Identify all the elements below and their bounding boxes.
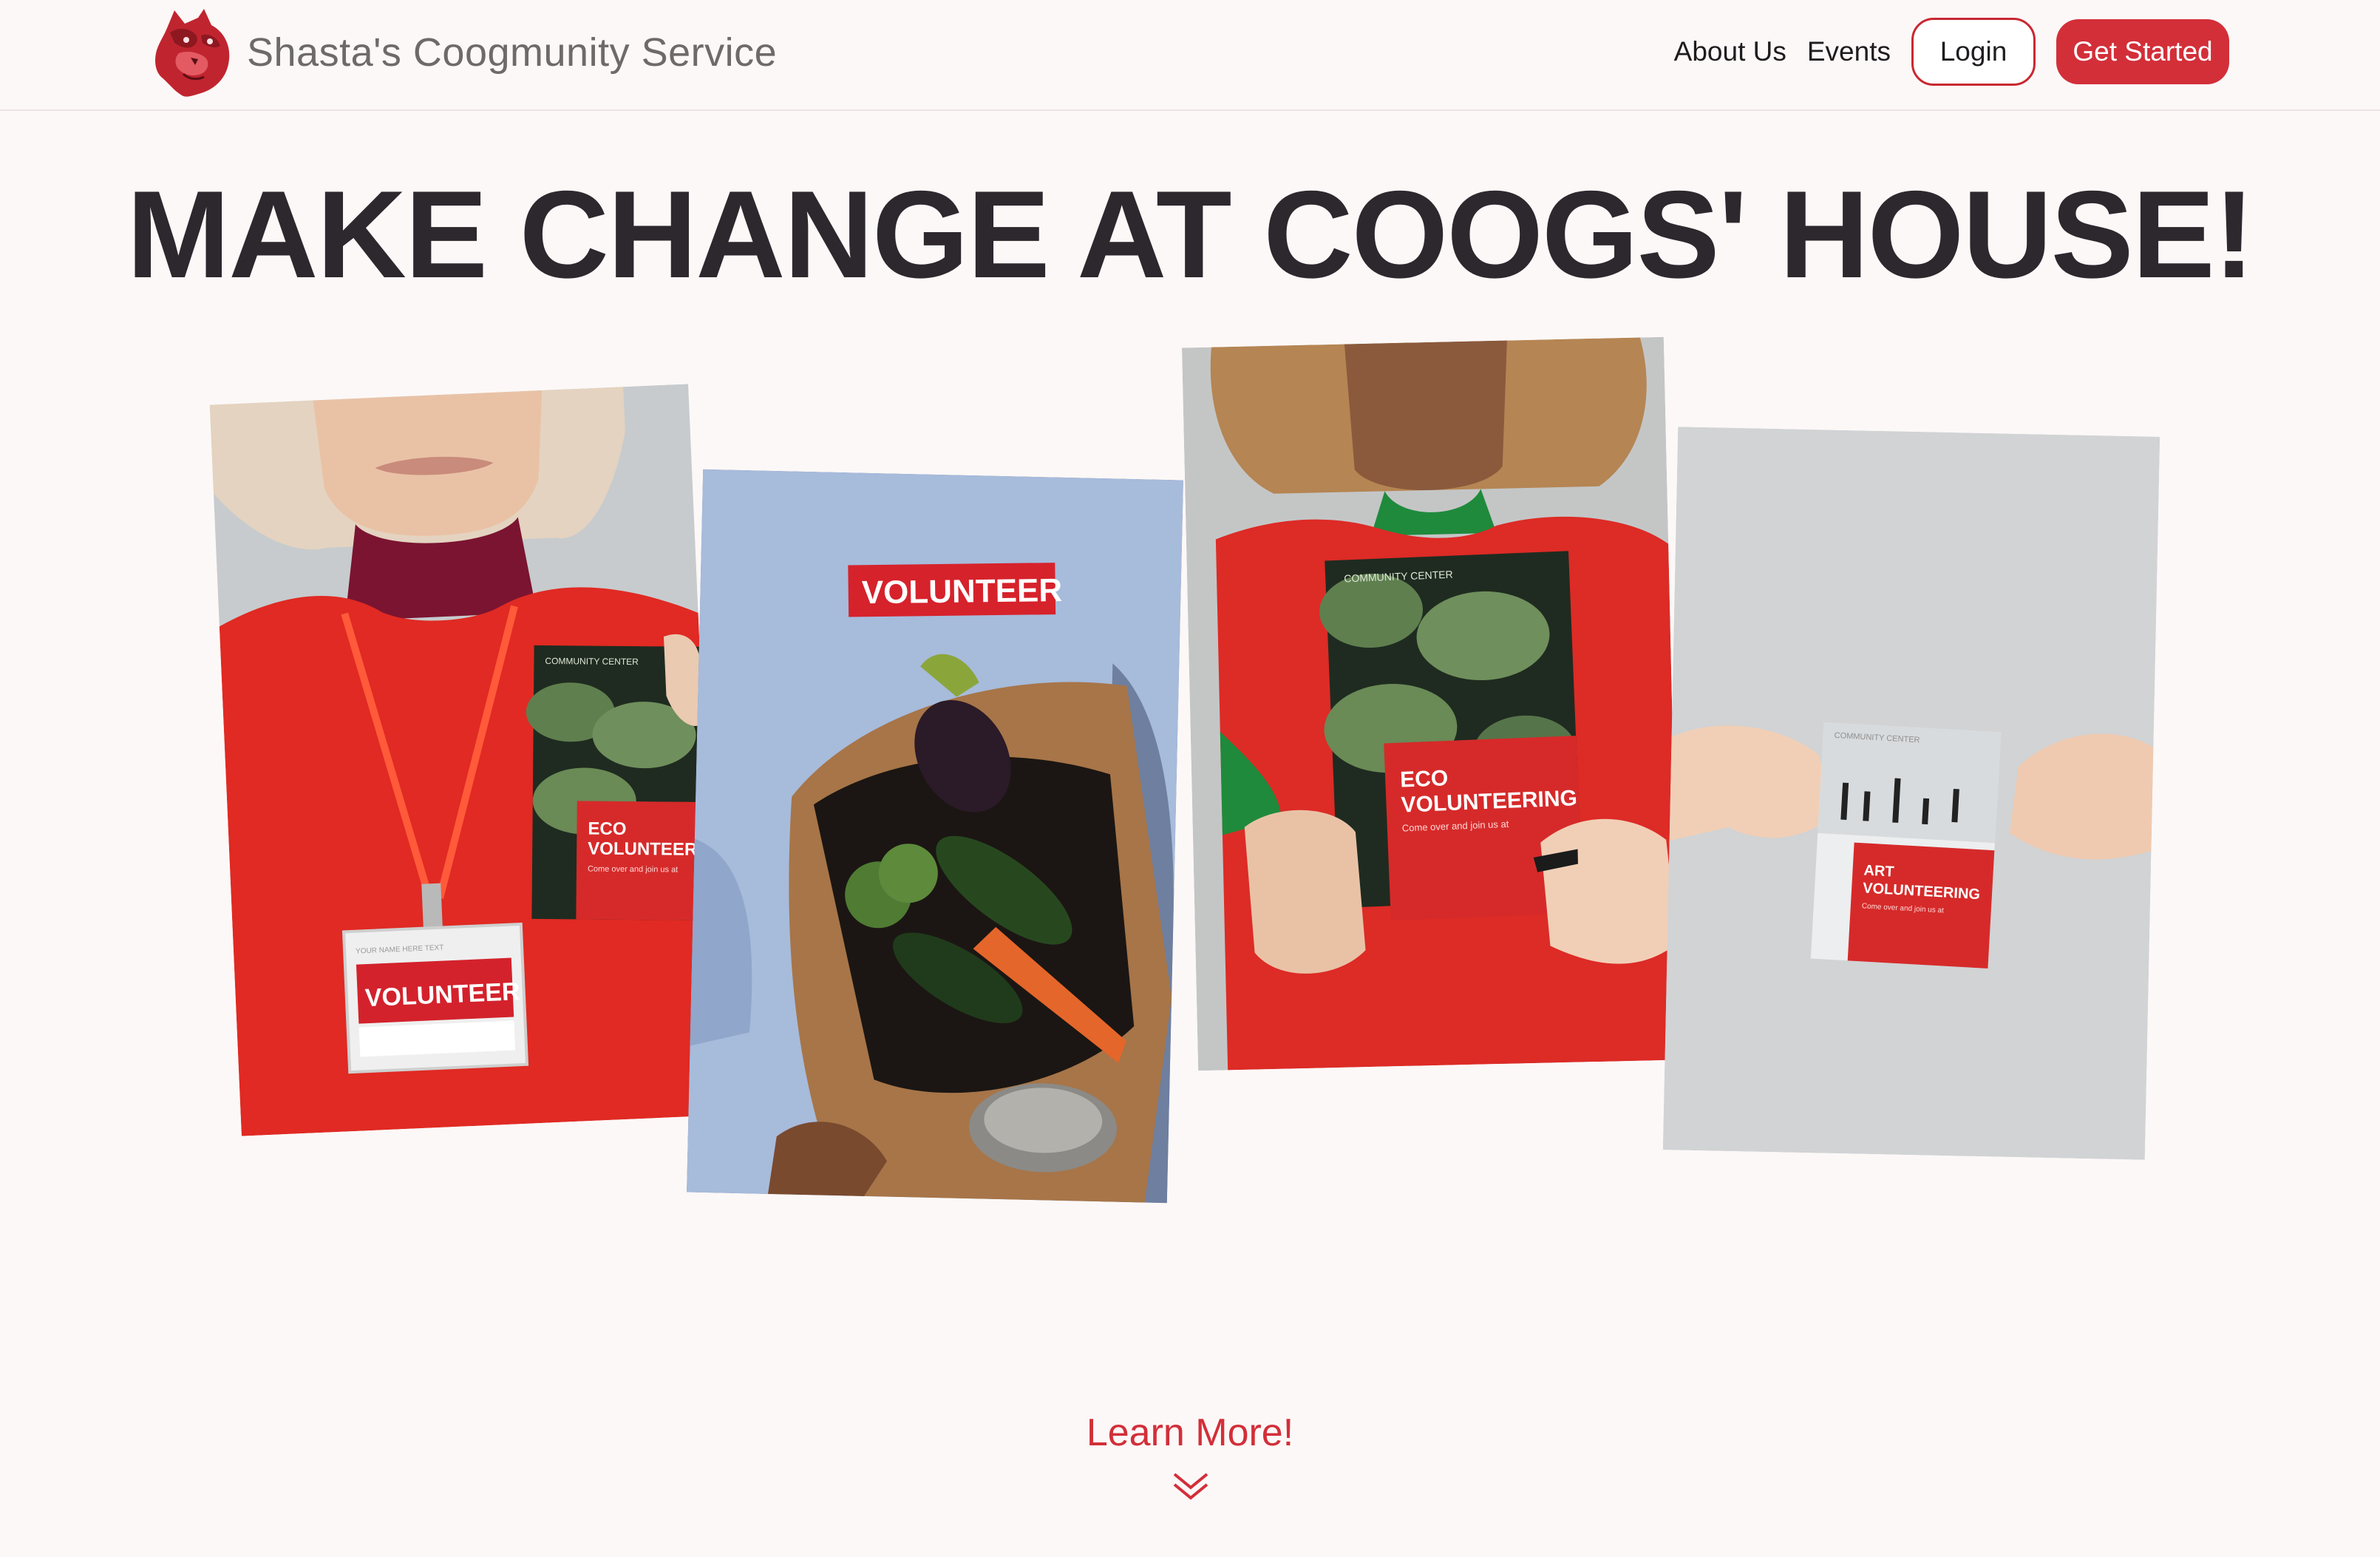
brand-home-link[interactable]: Shasta's Coogmunity Service <box>152 6 777 99</box>
brochure-title-line1: ECO <box>1400 766 1449 793</box>
photo-art-brochure-handoff: COMMUNITY CENTER ART VOLUNTEERING Come o… <box>1662 427 2160 1160</box>
photo-grocery-donation: VOLUNTEER <box>686 469 1184 1204</box>
get-started-button[interactable]: Get Started <box>2056 19 2229 84</box>
brochure-title-line1: ECO <box>588 819 626 839</box>
hero-headline: MAKE CHANGE AT COOGS' HOUSE! <box>126 165 2254 304</box>
cougar-head-logo-icon <box>155 9 230 97</box>
brand-name: Shasta's Coogmunity Service <box>247 30 778 75</box>
login-button[interactable]: Login <box>1911 18 2036 86</box>
photo-volunteer-badge-image: YOUR NAME HERE TEXT VOLUNTEER COMMUNITY … <box>209 384 721 1136</box>
brochure-small-text: COMMUNITY CENTER <box>545 656 639 667</box>
photo-art-brochure-handoff-image: COMMUNITY CENTER ART VOLUNTEERING Come o… <box>1662 427 2160 1160</box>
nav-events-link[interactable]: Events <box>1807 36 1891 67</box>
nav-links: About Us Events Login Get Started <box>1674 18 2229 86</box>
sticker-volunteer-text: VOLUNTEER <box>861 572 1062 611</box>
photo-volunteer-badge: YOUR NAME HERE TEXT VOLUNTEER COMMUNITY … <box>209 384 721 1136</box>
photo-eco-brochure-handoff: COMMUNITY CENTER ECO VOLUNTEERING Come o… <box>1181 336 1681 1071</box>
photo-grocery-donation-image: VOLUNTEER <box>686 469 1184 1204</box>
nav-about-us-link[interactable]: About Us <box>1674 36 1786 67</box>
brochure-subtext: Come over and join us at <box>588 865 678 875</box>
navbar: Shasta's Coogmunity Service About Us Eve… <box>0 0 2380 111</box>
double-chevron-down-icon[interactable] <box>1172 1471 1210 1502</box>
learn-more-link[interactable]: Learn More! <box>1005 1411 1375 1455</box>
photo-eco-brochure-handoff-image: COMMUNITY CENTER ECO VOLUNTEERING Come o… <box>1181 336 1681 1071</box>
brochure-title-line1: ART <box>1863 862 1894 880</box>
